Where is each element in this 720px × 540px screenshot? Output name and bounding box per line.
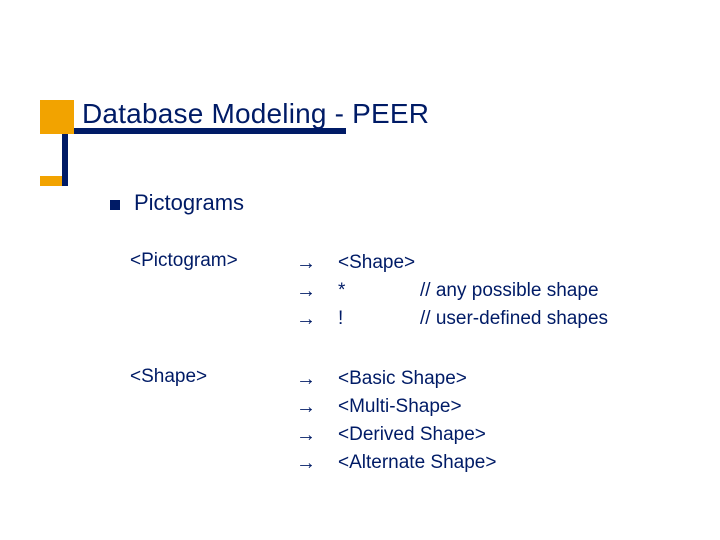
bullet-text: Pictograms — [134, 190, 244, 216]
rule-lhs: <Pictogram> — [130, 250, 290, 332]
arrow-icon: → — [296, 394, 316, 420]
arrow-icon: → — [296, 366, 316, 392]
bullet-square-icon — [110, 200, 120, 210]
rhs-text: ! — [338, 306, 362, 332]
rhs-comment: // user-defined shapes — [420, 306, 608, 332]
rhs-text: <Derived Shape> — [338, 422, 486, 448]
arrow-icon: → — [296, 450, 316, 476]
accent-navy-vertical — [62, 134, 68, 186]
slide-title: Database Modeling - PEER — [82, 98, 429, 130]
rhs-line: * // any possible shape — [338, 278, 608, 304]
rhs-line: ! // user-defined shapes — [338, 306, 608, 332]
grammar-rule: <Shape> → → → → <Basic Shape> <Multi-Sha… — [130, 366, 608, 476]
bullet-level1: Pictograms — [110, 190, 244, 216]
arrow-icon: → — [296, 250, 316, 276]
rhs-line: <Alternate Shape> — [338, 450, 608, 476]
rule-rhs: <Shape> * // any possible shape ! // use… — [338, 250, 608, 332]
rhs-text: * — [338, 278, 362, 304]
rule-rhs: <Basic Shape> <Multi-Shape> <Derived Sha… — [338, 366, 608, 476]
arrow-icon: → — [296, 422, 316, 448]
rhs-line: <Derived Shape> — [338, 422, 608, 448]
rhs-line: <Multi-Shape> — [338, 394, 608, 420]
grammar-block: <Pictogram> → → → <Shape> * // any possi… — [130, 250, 608, 510]
accent-orange-dash — [40, 176, 62, 186]
rhs-text: <Shape> — [338, 250, 415, 276]
rhs-text: <Alternate Shape> — [338, 450, 496, 476]
arrow-icon: → — [296, 278, 316, 304]
rule-arrows: → → → → — [296, 366, 332, 476]
rhs-line: <Basic Shape> — [338, 366, 608, 392]
rhs-text: <Multi-Shape> — [338, 394, 462, 420]
rhs-comment: // any possible shape — [420, 278, 599, 304]
rule-lhs: <Shape> — [130, 366, 290, 476]
accent-orange-box — [40, 100, 74, 134]
rule-arrows: → → → — [296, 250, 332, 332]
arrow-icon: → — [296, 306, 316, 332]
rhs-text: <Basic Shape> — [338, 366, 467, 392]
grammar-rule: <Pictogram> → → → <Shape> * // any possi… — [130, 250, 608, 332]
rhs-line: <Shape> — [338, 250, 608, 276]
slide: Database Modeling - PEER Pictograms <Pic… — [0, 0, 720, 540]
